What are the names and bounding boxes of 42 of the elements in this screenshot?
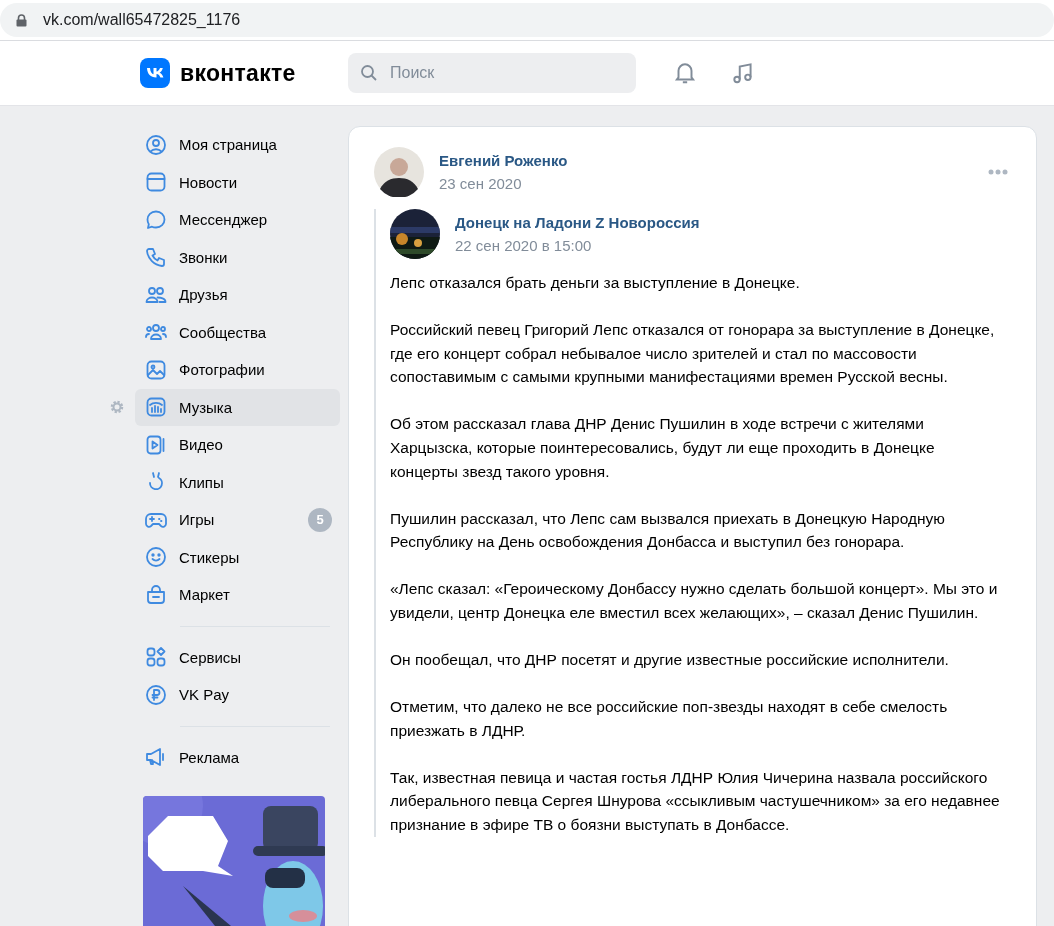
sidebar-item[interactable]: Игры 5 — [135, 501, 340, 539]
shopping-bag-icon — [144, 582, 168, 607]
group-name[interactable]: Донецк на Ладони Z Новороссия — [455, 214, 1012, 231]
vk-logo-icon[interactable] — [140, 58, 170, 88]
logo-text[interactable]: вконтакте — [180, 59, 296, 87]
lock-icon — [16, 13, 27, 27]
sidebar-item[interactable]: Друзья — [135, 276, 340, 314]
phone-icon — [144, 245, 168, 270]
sidebar-item[interactable]: Мессенджер — [135, 201, 340, 239]
post-paragraph: Отметим, что далеко не все российские поп-звезды находят в себе смелость приезжать в ЛДНР. — [390, 697, 949, 741]
search-field[interactable]: Поиск — [348, 53, 636, 93]
sidebar-item[interactable]: Новости — [135, 163, 340, 201]
sidebar-item[interactable]: Звонки — [135, 238, 340, 276]
sidebar-item[interactable]: Стикеры — [135, 538, 340, 576]
post-date[interactable]: 23 сен 2020 — [439, 175, 973, 192]
sidebar-item[interactable]: VK Pay — [135, 676, 340, 714]
post-paragraph: Российский певец Григорий Лепс отказался от гонорара за выступление в Донецке, где его концерт собрал небывалое число зрителей и стал по массовости сопоставимым с самыми крупными манифестациями времен Русской весны. — [390, 320, 996, 388]
url-text: vk.com/wall65472825_1176 — [43, 11, 241, 29]
repost-date[interactable]: 22 сен 2020 в 15:00 — [455, 237, 1012, 254]
author-name[interactable]: Евгений Роженко — [439, 152, 973, 169]
profile-icon — [144, 132, 168, 157]
sidebar-item[interactable]: Сообщества — [135, 313, 340, 351]
sidebar-item[interactable]: Маркет — [135, 576, 340, 614]
sidebar-item[interactable]: Реклама — [135, 738, 340, 776]
ruble-coin-icon — [144, 682, 168, 707]
smiley-icon — [144, 545, 168, 570]
sidebar-item[interactable]: Музыка — [135, 388, 340, 426]
address-bar[interactable]: vk.com/wall65472825_1176 — [0, 3, 1054, 37]
search-icon — [360, 64, 378, 82]
sidebar-item[interactable]: Моя страница — [135, 126, 340, 164]
sidebar-item[interactable]: Видео — [135, 426, 340, 464]
sidebar-item[interactable]: Сервисы — [135, 638, 340, 676]
sidebar-item[interactable]: Клипы — [135, 463, 340, 501]
post-paragraph: «Лепс сказал: «Героическому Донбассу нужно сделать большой концерт». Мы это и увидели, центр Донецка еле вместил всех желающих», – сказал Денис Пушилин. — [390, 579, 999, 623]
post-paragraph: Так, известная певица и частая гостья ЛДНР Юлия Чичерина назвала российского либерального певца Сергея Шнурова «ссыкливым частушечником» за его недавнее признание в эфире ТВ о боязни выступать в Донбассе. — [390, 767, 1001, 835]
post-paragraph: Пушилин рассказал, что Лепс сам вызвался приехать в Донецкую Народную Республику на День освобождения Донбасса и выступил без гонорара. — [390, 508, 946, 553]
count-badge: 5 — [308, 507, 332, 532]
post-paragraph: Об этом рассказал глава ДНР Денис Пушилин в ходе встречи с жителями Харцызска, которые поинтересовались, будут ли еще проходить в Донецке концерты звезд такого уровня. — [390, 414, 936, 482]
post-paragraph: Он пообещал, что ДНР посетят и другие известные российские исполнители. — [390, 650, 950, 671]
sidebar-item[interactable]: Фотографии — [135, 351, 340, 389]
avatar[interactable] — [374, 147, 424, 197]
post-paragraph: Лепс отказался брать деньги за выступление в Донецке. — [390, 273, 801, 293]
